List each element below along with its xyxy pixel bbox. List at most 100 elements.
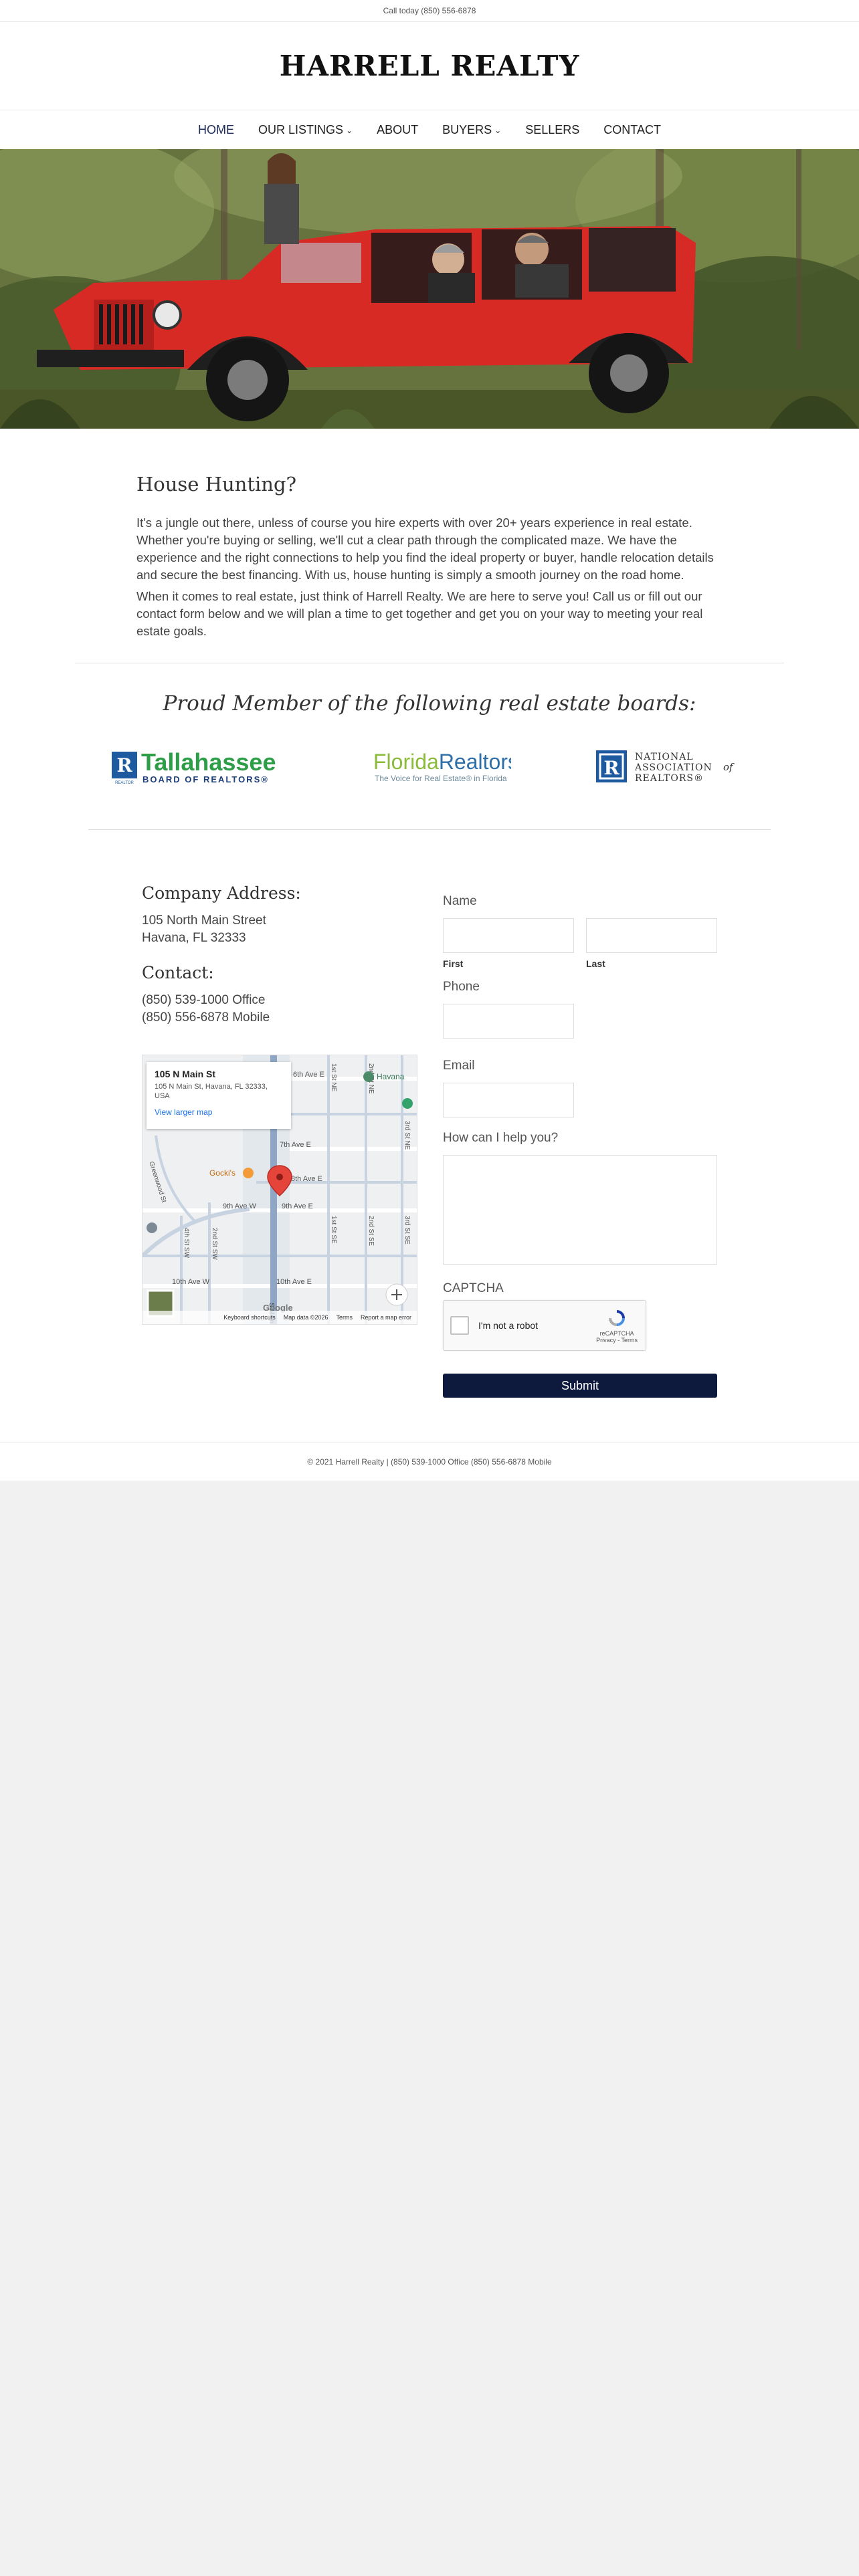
site-footer: © 2021 Harrell Realty | (850) 539-1000 O…: [0, 1442, 859, 1481]
first-name-group: First: [443, 918, 574, 969]
address-line-2: Havana, FL 32333: [142, 931, 246, 945]
google-map[interactable]: 6th Ave E 7th Ave E 8th Ave E 9th Ave W …: [142, 1055, 417, 1325]
contact-section: Company Address: 105 North Main Street H…: [142, 830, 717, 1442]
submit-button[interactable]: Submit: [443, 1374, 717, 1398]
poi-generic-icon[interactable]: [147, 1222, 157, 1233]
map-place-card: 105 N Main St 105 N Main St, Havana, FL …: [147, 1062, 291, 1129]
street-10th-ave-w: 10th Ave W: [172, 1278, 210, 1286]
street-9th-ave-e: 9th Ave E: [282, 1202, 313, 1210]
recaptcha-links[interactable]: Privacy - Terms: [596, 1337, 638, 1344]
boards-heading: Proud Member of the following real estat…: [163, 691, 696, 716]
help-label: How can I help you?: [443, 1131, 559, 1145]
tallahassee-realtor-mark: REALTOR: [115, 781, 134, 785]
email-input[interactable]: [443, 1083, 574, 1117]
nav-about-label: ABOUT: [377, 122, 419, 136]
florida-name-2: Realtors: [439, 750, 511, 774]
street-2nd-st-sw: 2nd St SW: [211, 1228, 218, 1260]
street-1st-st-se: 1st St SE: [330, 1216, 337, 1244]
nar-line-1: NATIONAL: [635, 752, 694, 762]
nar-of: of: [723, 761, 735, 773]
recaptcha-checkbox[interactable]: [450, 1316, 469, 1335]
intro-section: House Hunting? It's a jungle out there, …: [136, 429, 723, 663]
nav-about[interactable]: ABOUT: [377, 123, 418, 137]
park-icon[interactable]: [402, 1098, 413, 1109]
nav-buyers[interactable]: BUYERS ⌄: [442, 123, 501, 137]
help-textarea[interactable]: [443, 1155, 717, 1265]
boards-section: Proud Member of the following real estat…: [0, 663, 859, 830]
nav-sellers-label: SELLERS: [525, 122, 580, 136]
street-9th-ave-w: 9th Ave W: [223, 1202, 257, 1210]
captcha-label: CAPTCHA: [443, 1281, 504, 1295]
street-8th-ave-e: 8th Ave E: [291, 1175, 322, 1183]
florida-name-1: Florida: [373, 750, 439, 774]
intro-heading: House Hunting?: [136, 473, 297, 496]
florida-tagline: The Voice for Real Estate® in Florida: [375, 774, 507, 783]
phone-input[interactable]: [443, 1004, 574, 1039]
site-logo[interactable]: HARRELL REALTY: [280, 49, 580, 82]
last-name-input[interactable]: [586, 918, 717, 953]
nav-contact[interactable]: CONTACT: [603, 123, 661, 137]
last-name-group: Last: [586, 918, 717, 969]
mobile-phone[interactable]: (850) 556-6878 Mobile: [142, 1009, 417, 1027]
restaurant-icon[interactable]: [243, 1168, 254, 1178]
florida-realtors-logo[interactable]: FloridaRealtors The Voice for Real Estat…: [371, 748, 511, 785]
nav-home[interactable]: HOME: [198, 123, 234, 137]
map-place-title: 105 N Main St: [155, 1069, 216, 1079]
map-data-text: Map data ©2026: [283, 1314, 328, 1321]
street-4th-st-sw: 4th St SW: [183, 1228, 190, 1259]
map-place-address: 105 N Main St, Havana, FL 32333, USA: [155, 1083, 268, 1100]
nar-line-3: REALTORS®: [635, 773, 704, 784]
tallahassee-name: Tallahassee: [141, 748, 276, 776]
call-today-link[interactable]: Call today (850) 556-6878: [383, 6, 476, 15]
address-line-1: 105 North Main Street: [142, 914, 266, 928]
report-map-error-link[interactable]: Report a map error: [361, 1314, 411, 1321]
contact-heading: Contact:: [142, 963, 214, 982]
recaptcha-icon: [609, 1310, 626, 1326]
top-bar: Call today (850) 556-6878: [0, 0, 859, 22]
recaptcha-brand: reCAPTCHA: [599, 1330, 634, 1337]
poi-havana[interactable]: Havana: [377, 1072, 405, 1081]
map-terms-link[interactable]: Terms: [336, 1314, 353, 1321]
keyboard-shortcuts-link[interactable]: Keyboard shortcuts: [223, 1314, 276, 1321]
poi-gockis[interactable]: Gocki's: [209, 1168, 235, 1178]
street-3rd-st-se: 3rd St SE: [403, 1216, 411, 1245]
chevron-down-icon: ⌄: [346, 126, 353, 135]
hero-image: [0, 149, 859, 429]
contact-info: Company Address: 105 North Main Street H…: [142, 883, 417, 1398]
svg-text:R: R: [116, 754, 132, 776]
intro-paragraph-2: When it comes to real estate, just think…: [136, 589, 703, 638]
name-fields: First Last: [443, 918, 717, 969]
recaptcha-text: I'm not a robot: [478, 1320, 539, 1331]
street-3rd-st-ne: 3rd St NE: [403, 1121, 411, 1150]
office-phone[interactable]: (850) 539-1000 Office: [142, 992, 417, 1009]
view-larger-map-link[interactable]: View larger map: [155, 1107, 283, 1117]
svg-text:R: R: [603, 757, 619, 779]
recaptcha-widget: I'm not a robot reCAPTCHA Privacy - Term…: [443, 1300, 646, 1351]
first-name-sublabel: First: [443, 958, 464, 969]
nav-sellers[interactable]: SELLERS: [525, 123, 579, 137]
contact-form: Name First Last Phone Email How can I he…: [443, 883, 717, 1398]
poi-marker-icon[interactable]: [363, 1071, 374, 1082]
nar-line-2: ASSOCIATION: [634, 762, 712, 773]
first-name-input[interactable]: [443, 918, 574, 953]
nar-logo[interactable]: R NATIONAL ASSOCIATION of REALTORS®: [596, 748, 747, 785]
hero-jeep-illustration: [0, 149, 859, 429]
tallahassee-board-logo[interactable]: R REALTOR Tallahassee BOARD OF REALTORS®: [112, 748, 286, 785]
phone-label: Phone: [443, 980, 480, 994]
svg-text:FloridaRealtors: FloridaRealtors: [373, 750, 511, 774]
contact-phones: (850) 539-1000 Office (850) 556-6878 Mob…: [142, 992, 417, 1027]
email-label: Email: [443, 1059, 475, 1073]
nav-our-listings-label: OUR LISTINGS: [258, 122, 344, 136]
chevron-down-icon: ⌄: [494, 126, 502, 135]
name-label: Name: [443, 894, 477, 908]
nav-home-label: HOME: [198, 122, 235, 136]
street-6th-ave-e: 6th Ave E: [293, 1071, 324, 1079]
nav-our-listings[interactable]: OUR LISTINGS ⌄: [258, 123, 353, 137]
footer-text: © 2021 Harrell Realty | (850) 539-1000 O…: [307, 1457, 552, 1467]
map-footer: Keyboard shortcuts Map data ©2026 Terms …: [142, 1311, 417, 1324]
logo-area: HARRELL REALTY: [0, 22, 859, 110]
company-address-heading: Company Address:: [142, 883, 301, 903]
last-name-sublabel: Last: [586, 958, 605, 969]
board-logos: R REALTOR Tallahassee BOARD OF REALTORS®…: [112, 746, 747, 786]
street-10th-ave-e: 10th Ave E: [276, 1278, 312, 1286]
